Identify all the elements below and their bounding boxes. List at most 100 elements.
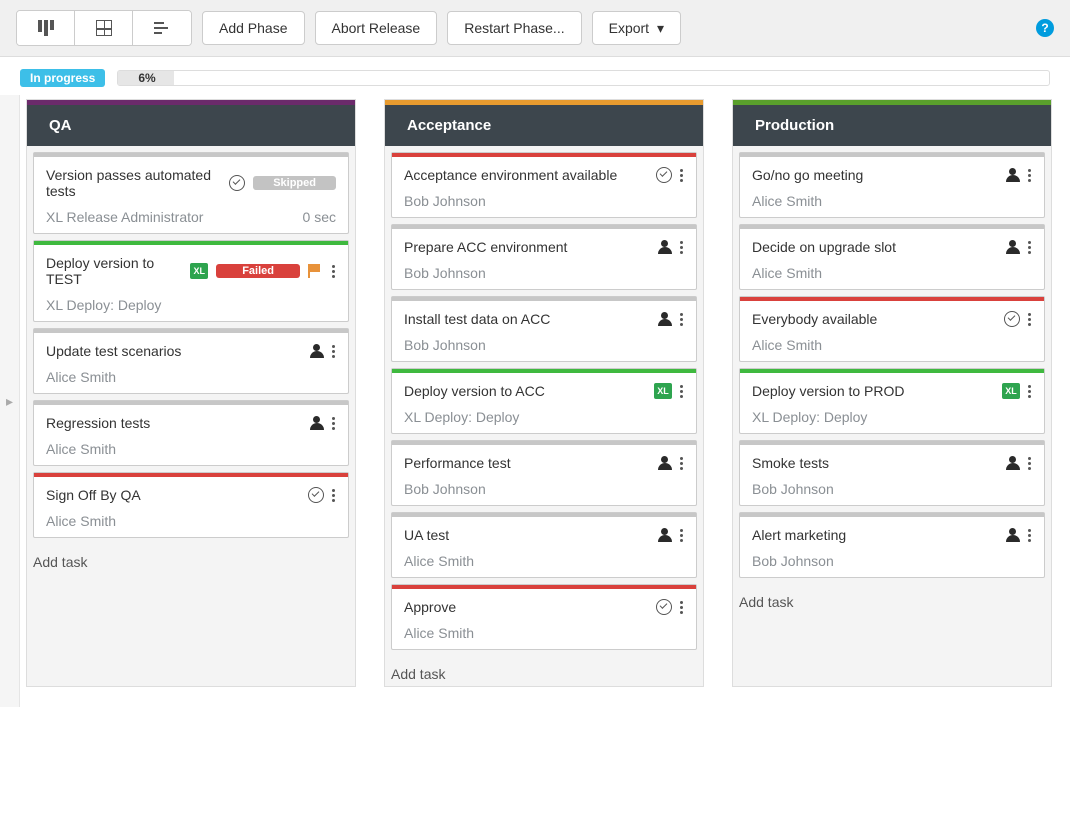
task-card[interactable]: Decide on upgrade slotAlice Smith bbox=[739, 224, 1045, 290]
user-icon bbox=[658, 456, 672, 470]
add-task-button[interactable]: Add task bbox=[27, 544, 355, 574]
user-icon bbox=[658, 312, 672, 326]
add-task-button[interactable]: Add task bbox=[385, 656, 703, 686]
task-card[interactable]: Deploy version to ACC XL XL Deploy: Deploy bbox=[391, 368, 697, 434]
task-card[interactable]: Deploy version to PROD XL XL Deploy: Deplo… bbox=[739, 368, 1045, 434]
task-title: Prepare ACC environment bbox=[404, 239, 650, 255]
gate-icon bbox=[656, 167, 672, 183]
phase-header[interactable]: Production bbox=[733, 105, 1051, 146]
phase-header[interactable]: Acceptance bbox=[385, 105, 703, 146]
task-menu-icon[interactable] bbox=[680, 241, 684, 254]
task-menu-icon[interactable] bbox=[680, 457, 684, 470]
abort-release-button[interactable]: Abort Release bbox=[315, 11, 438, 45]
task-title: Deploy version to ACC bbox=[404, 383, 646, 399]
task-card[interactable]: Deploy version to TESTXLFailedXL Deploy:… bbox=[33, 240, 349, 322]
add-task-button[interactable]: Add task bbox=[733, 584, 1051, 614]
task-menu-icon[interactable] bbox=[1028, 385, 1032, 398]
task-menu-icon[interactable] bbox=[332, 265, 336, 278]
task-menu-icon[interactable] bbox=[680, 313, 684, 326]
phase-body: Acceptance environment availableBob John… bbox=[385, 146, 703, 656]
task-owner: XL Deploy: Deploy bbox=[404, 409, 519, 425]
caret-down-icon: ▾ bbox=[657, 20, 664, 36]
add-phase-button[interactable]: Add Phase bbox=[202, 11, 305, 45]
task-card[interactable]: Install test data on ACCBob Johnson bbox=[391, 296, 697, 362]
task-card[interactable]: Update test scenariosAlice Smith bbox=[33, 328, 349, 394]
task-title: Version passes automated tests bbox=[46, 167, 221, 199]
xl-deploy-icon: XL bbox=[190, 263, 208, 279]
xl-deploy-icon: XL bbox=[654, 383, 672, 399]
task-menu-icon[interactable] bbox=[680, 169, 684, 182]
task-icons bbox=[1006, 528, 1032, 542]
task-icons bbox=[658, 528, 684, 542]
task-menu-icon[interactable] bbox=[680, 529, 684, 542]
task-owner: Alice Smith bbox=[46, 513, 116, 529]
task-icons bbox=[656, 167, 684, 183]
task-menu-icon[interactable] bbox=[680, 385, 684, 398]
gate-icon bbox=[1004, 311, 1020, 327]
restart-phase-button[interactable]: Restart Phase... bbox=[447, 11, 581, 45]
task-owner: XL Deploy: Deploy bbox=[752, 409, 867, 425]
task-title: Alert marketing bbox=[752, 527, 998, 543]
user-icon bbox=[658, 528, 672, 542]
task-icons bbox=[1006, 456, 1032, 470]
user-icon bbox=[1006, 168, 1020, 182]
task-title: Smoke tests bbox=[752, 455, 998, 471]
task-menu-icon[interactable] bbox=[1028, 529, 1032, 542]
phase-column: Production Go/no go meetingAlice SmithDec… bbox=[732, 99, 1052, 687]
view-list-button[interactable] bbox=[133, 11, 191, 45]
task-card[interactable]: Everybody availableAlice Smith bbox=[739, 296, 1045, 362]
task-owner: Alice Smith bbox=[404, 553, 474, 569]
task-menu-icon[interactable] bbox=[332, 345, 336, 358]
user-icon bbox=[658, 240, 672, 254]
task-icons bbox=[658, 240, 684, 254]
task-title: Go/no go meeting bbox=[752, 167, 998, 183]
task-card[interactable]: Sign Off By QA Alice Smith bbox=[33, 472, 349, 538]
task-title: Deploy version to PROD bbox=[752, 383, 994, 399]
task-icons bbox=[658, 312, 684, 326]
export-button[interactable]: Export ▾ bbox=[592, 11, 681, 45]
task-menu-icon[interactable] bbox=[1028, 313, 1032, 326]
task-card[interactable]: Prepare ACC environment Bob Johnson bbox=[391, 224, 697, 290]
toolbar: Add Phase Abort Release Restart Phase...… bbox=[0, 0, 1070, 57]
task-card[interactable]: Smoke testsBob Johnson bbox=[739, 440, 1045, 506]
board-icon bbox=[38, 20, 54, 36]
task-card[interactable]: Go/no go meetingAlice Smith bbox=[739, 152, 1045, 218]
task-owner: Bob Johnson bbox=[752, 553, 834, 569]
task-owner: Bob Johnson bbox=[404, 265, 486, 281]
status-row: In progress 6% bbox=[0, 57, 1070, 95]
skipped-badge: Skipped bbox=[253, 176, 336, 190]
task-card[interactable]: Regression testsAlice Smith bbox=[33, 400, 349, 466]
task-title: Sign Off By QA bbox=[46, 487, 300, 503]
view-table-button[interactable] bbox=[75, 11, 133, 45]
task-menu-icon[interactable] bbox=[1028, 241, 1032, 254]
task-menu-icon[interactable] bbox=[332, 417, 336, 430]
task-icons: XL bbox=[1002, 383, 1032, 399]
task-menu-icon[interactable] bbox=[1028, 169, 1032, 182]
task-card[interactable]: UA test Alice Smith bbox=[391, 512, 697, 578]
task-card[interactable]: ApproveAlice Smith bbox=[391, 584, 697, 650]
task-card[interactable]: Alert marketing Bob Johnson bbox=[739, 512, 1045, 578]
task-icons: Skipped bbox=[229, 175, 336, 191]
task-menu-icon[interactable] bbox=[332, 489, 336, 502]
task-card[interactable]: Version passes automated testsSkippedXL … bbox=[33, 152, 349, 234]
task-title: Regression tests bbox=[46, 415, 302, 431]
view-board-button[interactable] bbox=[17, 11, 75, 45]
collapse-handle[interactable]: ▸ bbox=[0, 95, 20, 707]
failed-badge: Failed bbox=[216, 264, 300, 278]
phase-header[interactable]: QA bbox=[27, 105, 355, 146]
help-icon[interactable]: ? bbox=[1036, 19, 1054, 37]
task-menu-icon[interactable] bbox=[1028, 457, 1032, 470]
table-icon bbox=[96, 20, 112, 36]
task-card[interactable]: Performance testBob Johnson bbox=[391, 440, 697, 506]
task-menu-icon[interactable] bbox=[680, 601, 684, 614]
task-title: UA test bbox=[404, 527, 650, 543]
user-icon bbox=[1006, 456, 1020, 470]
task-icons bbox=[658, 456, 684, 470]
xl-deploy-icon: XL bbox=[1002, 383, 1020, 399]
task-owner: Bob Johnson bbox=[404, 193, 486, 209]
task-icons bbox=[310, 416, 336, 430]
view-toggle bbox=[16, 10, 192, 46]
user-icon bbox=[1006, 528, 1020, 542]
task-card[interactable]: Acceptance environment availableBob John… bbox=[391, 152, 697, 218]
user-icon bbox=[310, 344, 324, 358]
